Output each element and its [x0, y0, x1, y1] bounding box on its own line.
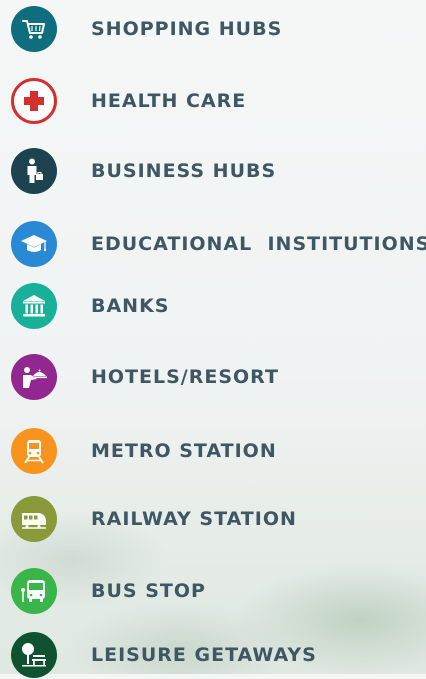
amenity-bus-stop: BUS STOP [11, 567, 206, 615]
graduation-cap-icon [11, 221, 57, 267]
hotel-service-icon [11, 354, 57, 400]
amenity-label: LEISURE GETAWAYS [91, 644, 317, 666]
amenity-label: BUS STOP [91, 580, 206, 602]
amenity-label: RAILWAY STATION [91, 508, 297, 530]
amenity-label: METRO STATION [91, 440, 277, 462]
medical-cross-icon [11, 78, 57, 124]
amenity-label: HOTELS/RESORT [91, 366, 279, 388]
amenity-hotels-resort: HOTELS/RESORT [11, 353, 279, 401]
amenity-label: BANKS [91, 295, 170, 317]
amenity-label: EDUCATIONAL INSTITUTIONS [91, 233, 426, 255]
railway-train-icon [11, 496, 57, 542]
amenity-railway-station: RAILWAY STATION [11, 495, 297, 543]
amenity-business-hubs: BUSINESS HUBS [11, 147, 276, 195]
amenity-leisure-getaways: LEISURE GETAWAYS [11, 631, 317, 679]
park-bench-icon [11, 632, 57, 678]
amenity-banks: BANKS [11, 282, 170, 330]
amenity-label: BUSINESS HUBS [91, 160, 277, 182]
amenity-label: HEALTH CARE [91, 90, 247, 112]
shopping-cart-icon [11, 6, 57, 52]
bank-icon [11, 283, 57, 329]
amenity-educational-institutions: EDUCATIONAL INSTITUTIONS [11, 220, 426, 268]
amenity-label: SHOPPING HUBS [91, 18, 283, 40]
businessman-icon [11, 148, 57, 194]
amenity-health-care: HEALTH CARE [11, 77, 246, 125]
metro-train-icon [11, 428, 57, 474]
amenity-metro-station: METRO STATION [11, 427, 277, 475]
bus-icon [11, 568, 57, 614]
amenity-shopping-hubs: SHOPPING HUBS [11, 5, 282, 53]
